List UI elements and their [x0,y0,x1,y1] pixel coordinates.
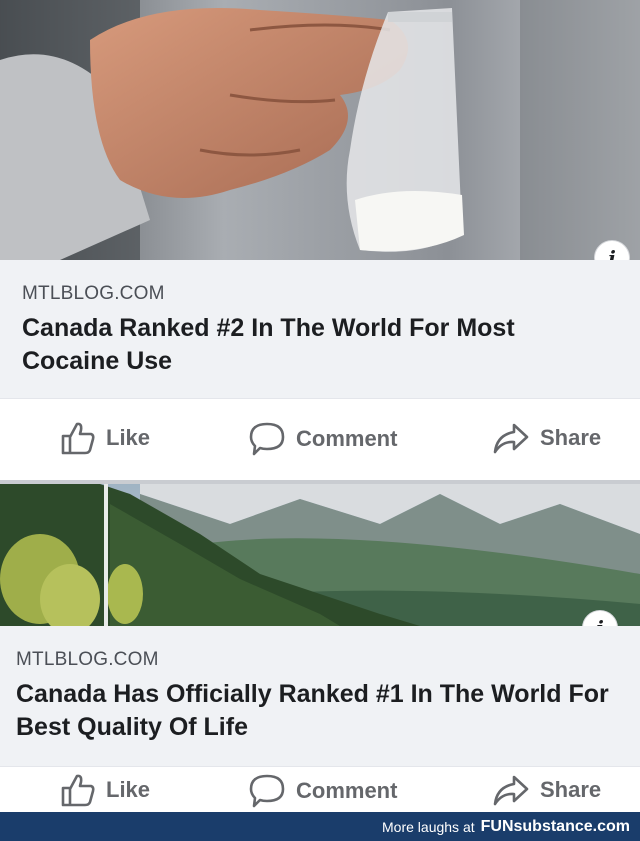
footer-brand[interactable]: FUNsubstance.com [481,818,630,836]
post-actions-bar: Like Comment Share [0,766,640,812]
like-button[interactable]: Like [60,421,150,455]
share-button[interactable]: Share [492,421,601,455]
share-label: Share [540,777,602,802]
link-preview-meta[interactable]: MTLBLOG.COM Canada Ranked #2 In The Worl… [0,260,640,398]
like-button[interactable]: Like [60,773,150,807]
thumbs-up-icon [61,422,95,455]
post-actions-bar: Like Comment Share [0,398,640,477]
comment-label: Comment [296,778,398,803]
watermark-footer: More laughs at FUNsubstance.com [0,812,640,841]
like-label: Like [106,777,151,802]
share-label: Share [540,425,602,450]
like-label: Like [106,425,151,450]
post-image-1[interactable] [0,0,640,260]
link-headline[interactable]: Canada Has Officially Ranked #1 In The W… [16,678,624,744]
post-card-2[interactable]: i MTLBLOG.COM Canada Has Officially Rank… [0,484,640,812]
post-card-1[interactable]: i MTLBLOG.COM Canada Ranked #2 In The Wo… [0,0,640,480]
share-arrow-icon [493,423,529,454]
link-domain: MTLBLOG.COM [22,283,165,304]
link-preview-meta[interactable]: MTLBLOG.COM Canada Has Officially Ranked… [0,626,640,766]
comment-button[interactable]: Comment [248,421,397,457]
comment-label: Comment [296,426,398,451]
thumbs-up-icon [61,774,95,807]
link-headline[interactable]: Canada Ranked #2 In The World For Most C… [22,312,618,378]
link-domain: MTLBLOG.COM [16,649,159,670]
post-image-2[interactable] [0,484,640,626]
comment-bubble-icon [249,774,285,808]
photo-hand-bag [0,0,640,260]
share-button[interactable]: Share [492,773,601,807]
share-arrow-icon [493,775,529,806]
footer-text: More laughs at [382,818,475,835]
photo-forest-mountains [0,484,640,626]
comment-button[interactable]: Comment [248,773,397,809]
comment-bubble-icon [249,422,285,456]
